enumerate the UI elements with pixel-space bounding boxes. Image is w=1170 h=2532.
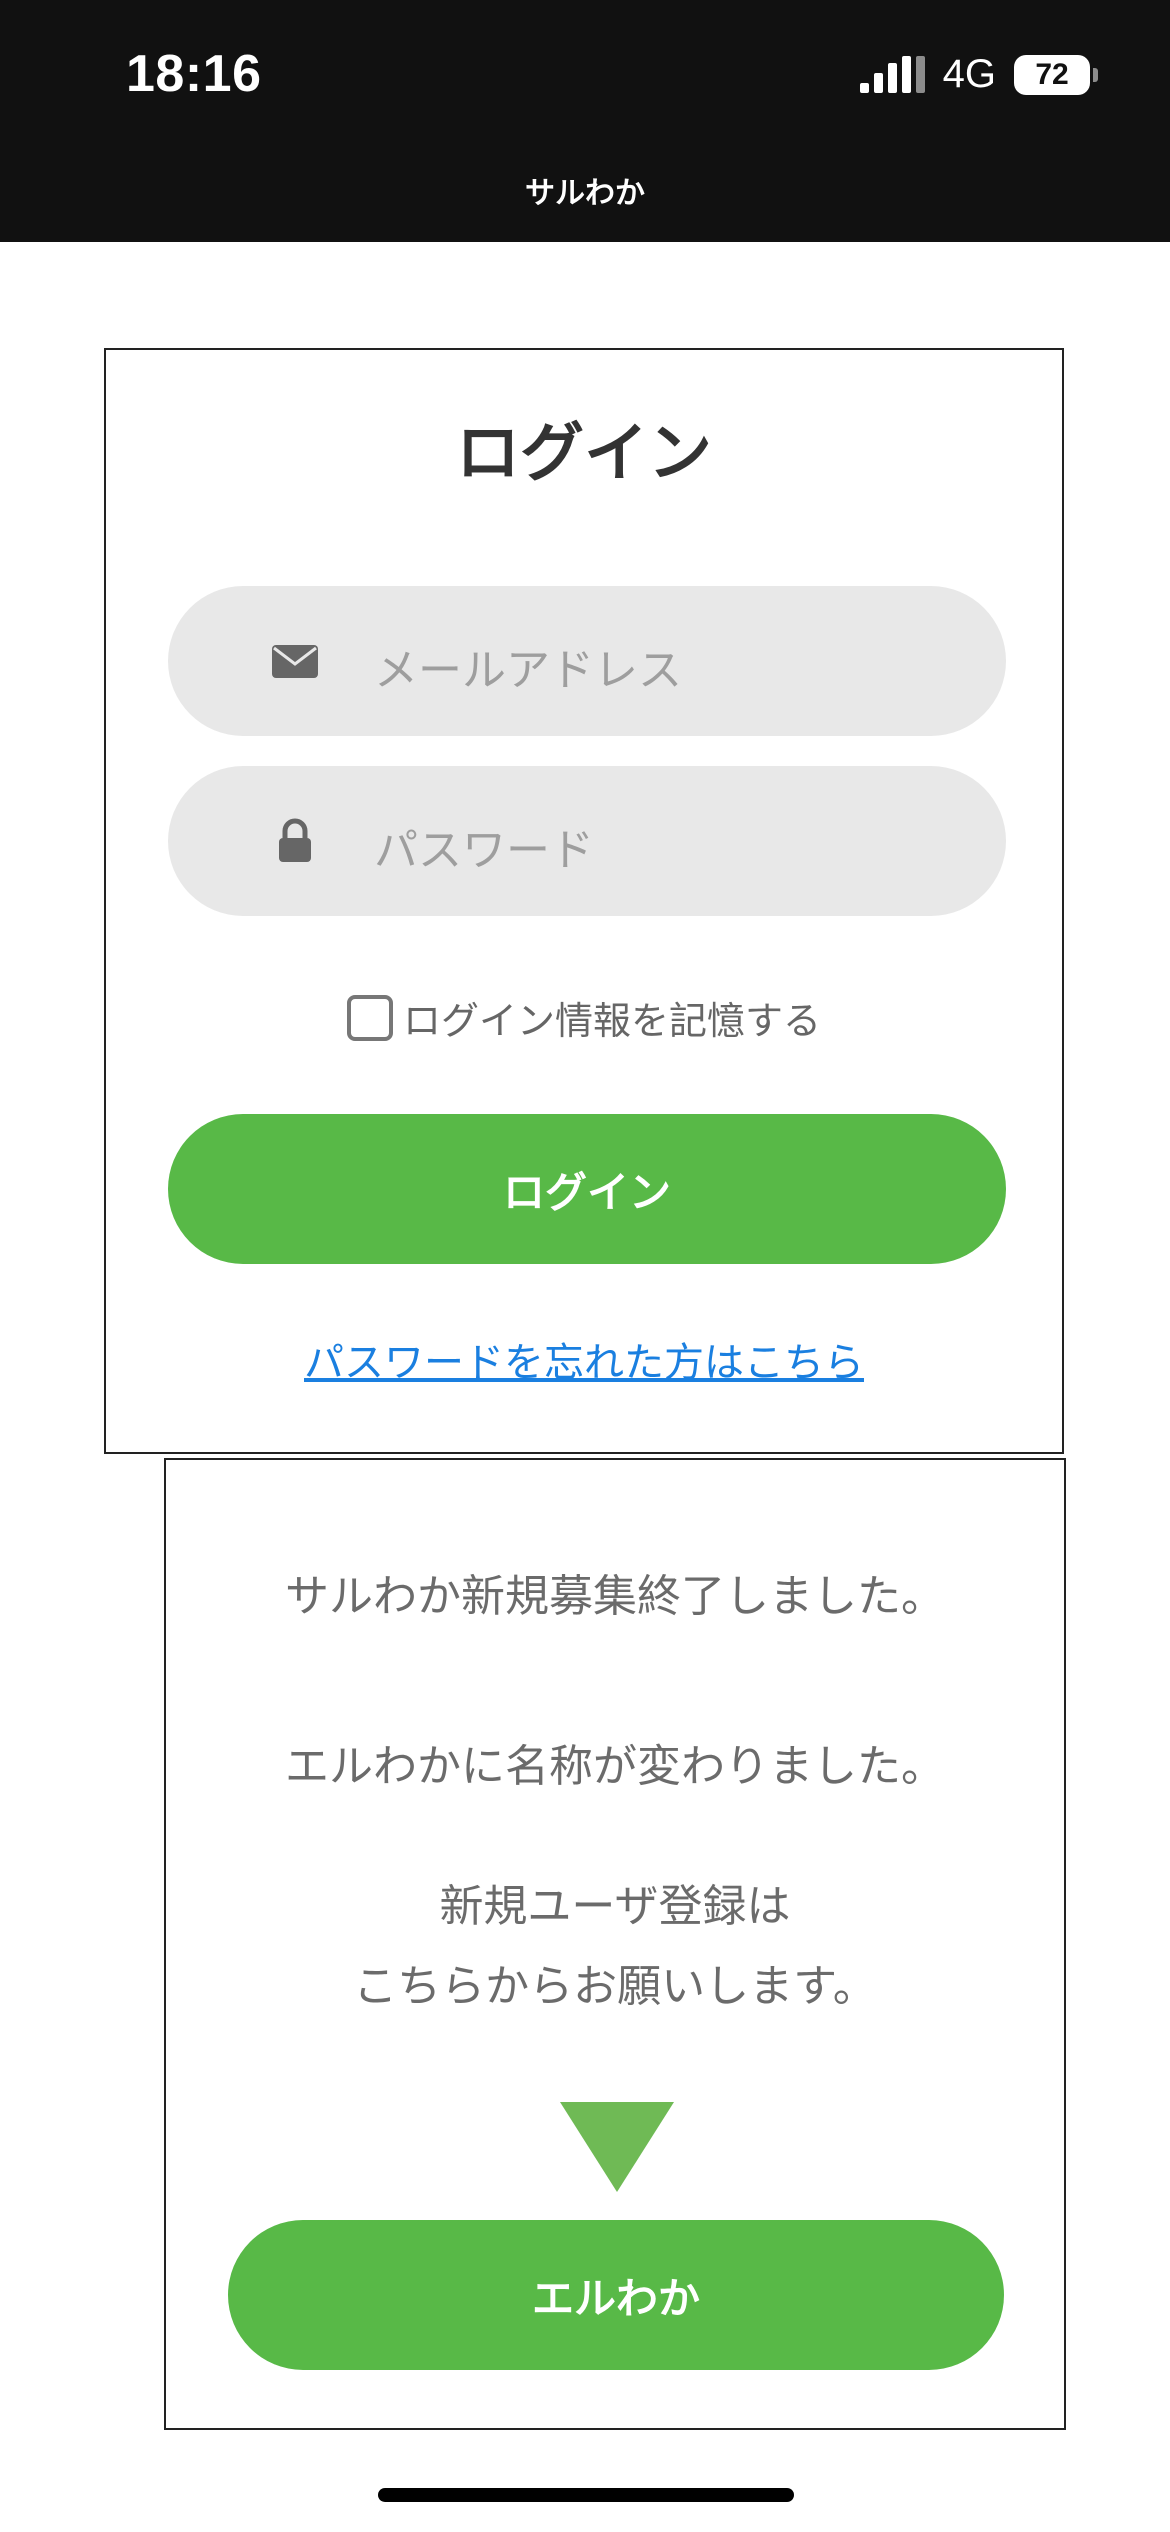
email-placeholder: メールアドレス xyxy=(374,645,682,696)
battery-icon: 72 xyxy=(1014,54,1098,95)
network-type: 4G xyxy=(942,52,996,96)
login-heading: ログイン xyxy=(456,417,712,491)
login-button[interactable]: ログイン xyxy=(168,1114,1006,1264)
remember-label: ログイン情報を記憶する xyxy=(402,999,821,1043)
home-indicator[interactable] xyxy=(378,2488,794,2502)
email-field[interactable]: メールアドレス xyxy=(168,586,1006,736)
notice-line-4: こちらからお願いします。 xyxy=(353,1961,877,2012)
envelope-icon xyxy=(272,645,318,678)
login-card: ログイン メールアドレス パスワード ログイン情報を記憶する ログイン パスワー… xyxy=(104,348,1064,1454)
notice-line-2: エルわかに名称が変わりました。 xyxy=(285,1741,945,1792)
password-placeholder: パスワード xyxy=(374,825,594,876)
elwaka-button[interactable]: エルわか xyxy=(228,2220,1004,2370)
status-indicators: 4G 72 xyxy=(859,52,1098,97)
app-title: サルわか xyxy=(525,176,645,211)
lock-icon xyxy=(279,818,311,862)
signal-icon xyxy=(859,56,925,93)
notice-line-1: サルわか新規募集終了しました。 xyxy=(285,1571,945,1622)
remember-me[interactable]: ログイン情報を記憶する xyxy=(106,990,1062,1045)
status-time: 18:16 xyxy=(126,45,262,103)
password-field[interactable]: パスワード xyxy=(168,766,1006,916)
screen: 18:16 4G 72 サルわか ログイン メールアドレス パスワード ログイン… xyxy=(0,0,1170,2532)
top-bar: 18:16 4G 72 サルわか xyxy=(0,0,1170,242)
triangle-down-icon xyxy=(560,2102,674,2192)
notice-card: サルわか新規募集終了しました。 エルわかに名称が変わりました。 新規ユーザ登録は… xyxy=(164,1458,1066,2430)
notice-line-3: 新規ユーザ登録は xyxy=(439,1881,791,1932)
battery-level: 72 xyxy=(1035,57,1069,91)
remember-checkbox[interactable] xyxy=(346,994,393,1041)
forgot-password-link[interactable]: パスワードを忘れた方はこちら xyxy=(106,1330,1062,1388)
